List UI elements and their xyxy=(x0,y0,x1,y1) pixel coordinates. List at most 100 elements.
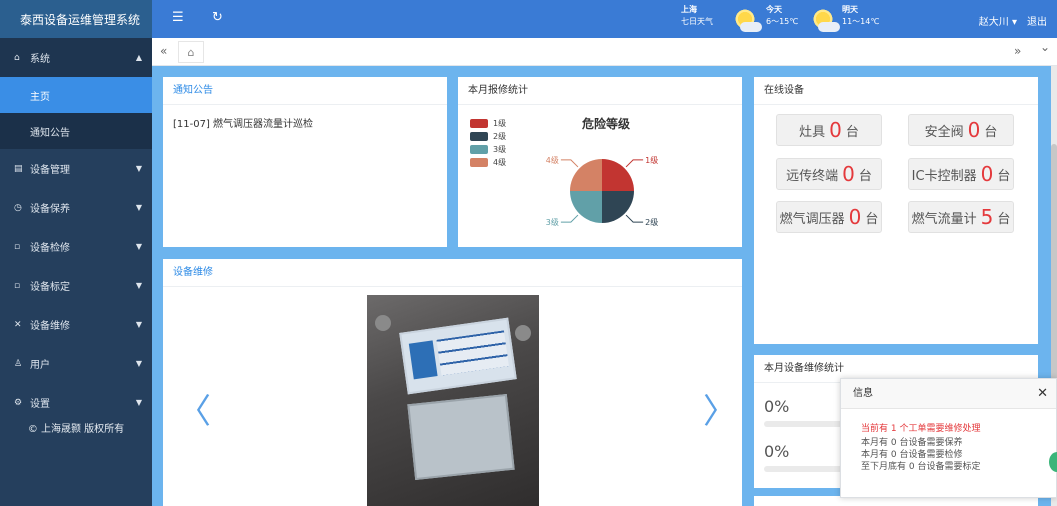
user-menu[interactable]: 赵大川 ▾ xyxy=(979,13,1017,28)
bolt-shape xyxy=(375,315,391,331)
weather-forecast-link[interactable]: 七日天气 xyxy=(681,17,713,26)
device-count: 5 xyxy=(980,205,994,229)
tabs-dropdown-icon[interactable]: ⌄ xyxy=(1040,40,1050,54)
pie-label-line xyxy=(625,214,644,223)
refresh-icon[interactable]: ↻ xyxy=(212,10,223,25)
sidebar-item-device-calibration[interactable]: ▫ 设备标定 ▼ xyxy=(0,266,152,305)
pie-label-line xyxy=(625,159,644,168)
sidebar-item-device-management[interactable]: ▤ 设备管理 ▼ xyxy=(0,149,152,188)
device-ic-card-controller[interactable]: IC卡控制器 0 台 xyxy=(908,158,1014,190)
sidebar-item-device-inspection[interactable]: ▫ 设备检修 ▼ xyxy=(0,227,152,266)
meter-label-plate xyxy=(399,317,517,395)
scrollbar-thumb[interactable] xyxy=(1051,144,1057,394)
device-unit: 台 xyxy=(865,211,879,227)
close-icon[interactable]: ✕ xyxy=(1037,386,1048,401)
chevron-down-icon: ▾ xyxy=(1011,17,1017,28)
weather-city-name: 上海 xyxy=(681,5,697,14)
weather-tomorrow-label: 明天 xyxy=(842,5,858,14)
stat-progress-bar xyxy=(764,421,844,427)
sidebar-item-device-repair[interactable]: ✕ 设备维修 ▼ xyxy=(0,305,152,344)
pie-label-line xyxy=(560,214,579,223)
copyright: © 上海晟颢 版权所有 xyxy=(27,424,125,435)
device-stove[interactable]: 灶具 0 台 xyxy=(776,114,882,146)
device-repair-panel: 设备维修 〈 〉 xyxy=(163,259,742,506)
device-name: 灶具 xyxy=(799,124,826,140)
notice-panel-title: 通知公告 xyxy=(163,77,447,105)
device-gas-flowmeter[interactable]: 燃气流量计 5 台 xyxy=(908,201,1014,233)
caret-down-icon: ▼ xyxy=(135,203,142,212)
device-name: 燃气流量计 xyxy=(911,211,977,227)
inspect-icon: ▫ xyxy=(14,241,21,252)
gear-icon: ⚙ xyxy=(14,397,23,408)
device-unit: 台 xyxy=(858,168,872,184)
sidebar-item-label: 设备检修 xyxy=(30,243,70,254)
sidebar-item-user[interactable]: ♙ 用户 ▼ xyxy=(0,344,152,383)
tab-home[interactable]: ⌂ xyxy=(178,41,204,63)
caret-down-icon: ▼ xyxy=(135,164,142,173)
caret-down-icon: ▼ xyxy=(135,398,142,407)
stat-progress-bar xyxy=(764,466,844,472)
wrench-icon: ✕ xyxy=(14,319,22,330)
weather-tomorrow-temp: 11～14℃ xyxy=(842,17,880,26)
caret-down-icon: ▼ xyxy=(135,359,142,368)
tabs-bar: « ⌂ » ⌄ xyxy=(152,38,1057,66)
repair-chart-panel: 本月报修统计 危险等级 1级 2级 3级 4级 1级 2级 3级 4级 xyxy=(458,77,742,247)
tabs-next-icon[interactable]: » xyxy=(1014,44,1021,58)
device-count: 0 xyxy=(980,162,994,186)
device-unit: 台 xyxy=(845,124,859,140)
weather-today: 今天 6～15℃ xyxy=(766,4,798,28)
sidebar-item-device-maintenance[interactable]: ◷ 设备保养 ▼ xyxy=(0,188,152,227)
caret-down-icon: ▼ xyxy=(135,281,142,290)
cloud-icon xyxy=(740,22,762,32)
device-unit: 台 xyxy=(984,124,998,140)
popup-line: 至下月底有 0 台设备需要标定 xyxy=(861,462,981,472)
sidebar-item-notice[interactable]: 通知公告 xyxy=(0,113,152,149)
meter-body-plate xyxy=(407,393,515,481)
device-unit: 台 xyxy=(997,211,1011,227)
carousel-prev-icon[interactable]: 〈 xyxy=(177,384,211,433)
logout-button[interactable]: 退出 xyxy=(1027,13,1047,28)
device-name: IC卡控制器 xyxy=(911,168,977,184)
calibrate-icon: ▫ xyxy=(14,280,21,291)
sidebar-item-label: 用户 xyxy=(30,360,50,371)
popup-line: 本月有 0 台设备需要保养 xyxy=(861,438,963,448)
sidebar-item-label: 设备管理 xyxy=(30,165,70,176)
tabs-prev-icon[interactable]: « xyxy=(160,44,167,58)
popup-body: 当前有 1 个工单需要维修处理 本月有 0 台设备需要保养 本月有 0 台设备需… xyxy=(841,409,1056,473)
device-safety-valve[interactable]: 安全阀 0 台 xyxy=(908,114,1014,146)
pie-label-line xyxy=(560,159,579,168)
online-panel-title: 在线设备 xyxy=(754,77,1038,105)
message-popup: 信息 ✕ 当前有 1 个工单需要维修处理 本月有 0 台设备需要保养 本月有 0… xyxy=(840,378,1057,498)
notice-item[interactable]: [11-07] 燃气调压器流量计巡检 xyxy=(163,105,447,140)
pie-slice-label: 3级 xyxy=(546,217,559,227)
device-gas-regulator[interactable]: 燃气调压器 0 台 xyxy=(776,201,882,233)
repair-photo xyxy=(367,295,539,506)
home-icon: ⌂ xyxy=(187,45,195,59)
popup-warning[interactable]: 当前有 1 个工单需要维修处理 xyxy=(861,423,1056,435)
carousel-next-icon[interactable]: 〉 xyxy=(703,384,737,433)
device-remote-terminal[interactable]: 远传终端 0 台 xyxy=(776,158,882,190)
device-name: 远传终端 xyxy=(786,168,839,184)
sidebar-item-system[interactable]: ⌂ 系统 ▲ xyxy=(0,38,152,77)
bolt-shape xyxy=(515,325,531,341)
menu-icon[interactable]: ☰ xyxy=(172,10,184,25)
device-unit: 台 xyxy=(997,168,1011,184)
user-name: 赵大川 xyxy=(978,17,1009,28)
stat-percent: 0% xyxy=(764,442,790,461)
sidebar-item-settings[interactable]: ⚙ 设置 ▼ xyxy=(0,383,152,422)
pie-slice-label: 2级 xyxy=(645,217,658,227)
device-name: 燃气调压器 xyxy=(779,211,845,227)
device-icon: ▤ xyxy=(14,163,23,174)
sidebar-item-label: 设置 xyxy=(30,399,50,410)
user-icon: ♙ xyxy=(14,358,23,369)
plate-label xyxy=(408,340,438,380)
sidebar-item-label: 设备标定 xyxy=(30,282,70,293)
cloud-icon-2 xyxy=(818,22,840,32)
pie-slice-label: 4级 xyxy=(546,155,559,165)
popup-line: 本月有 0 台设备需要检修 xyxy=(861,450,963,460)
device-count: 0 xyxy=(842,162,855,186)
stat-percent: 0% xyxy=(764,397,790,416)
sidebar-item-home[interactable]: 主页 xyxy=(0,77,152,113)
caret-down-icon: ▼ xyxy=(135,242,142,251)
plate-rows xyxy=(436,330,509,376)
